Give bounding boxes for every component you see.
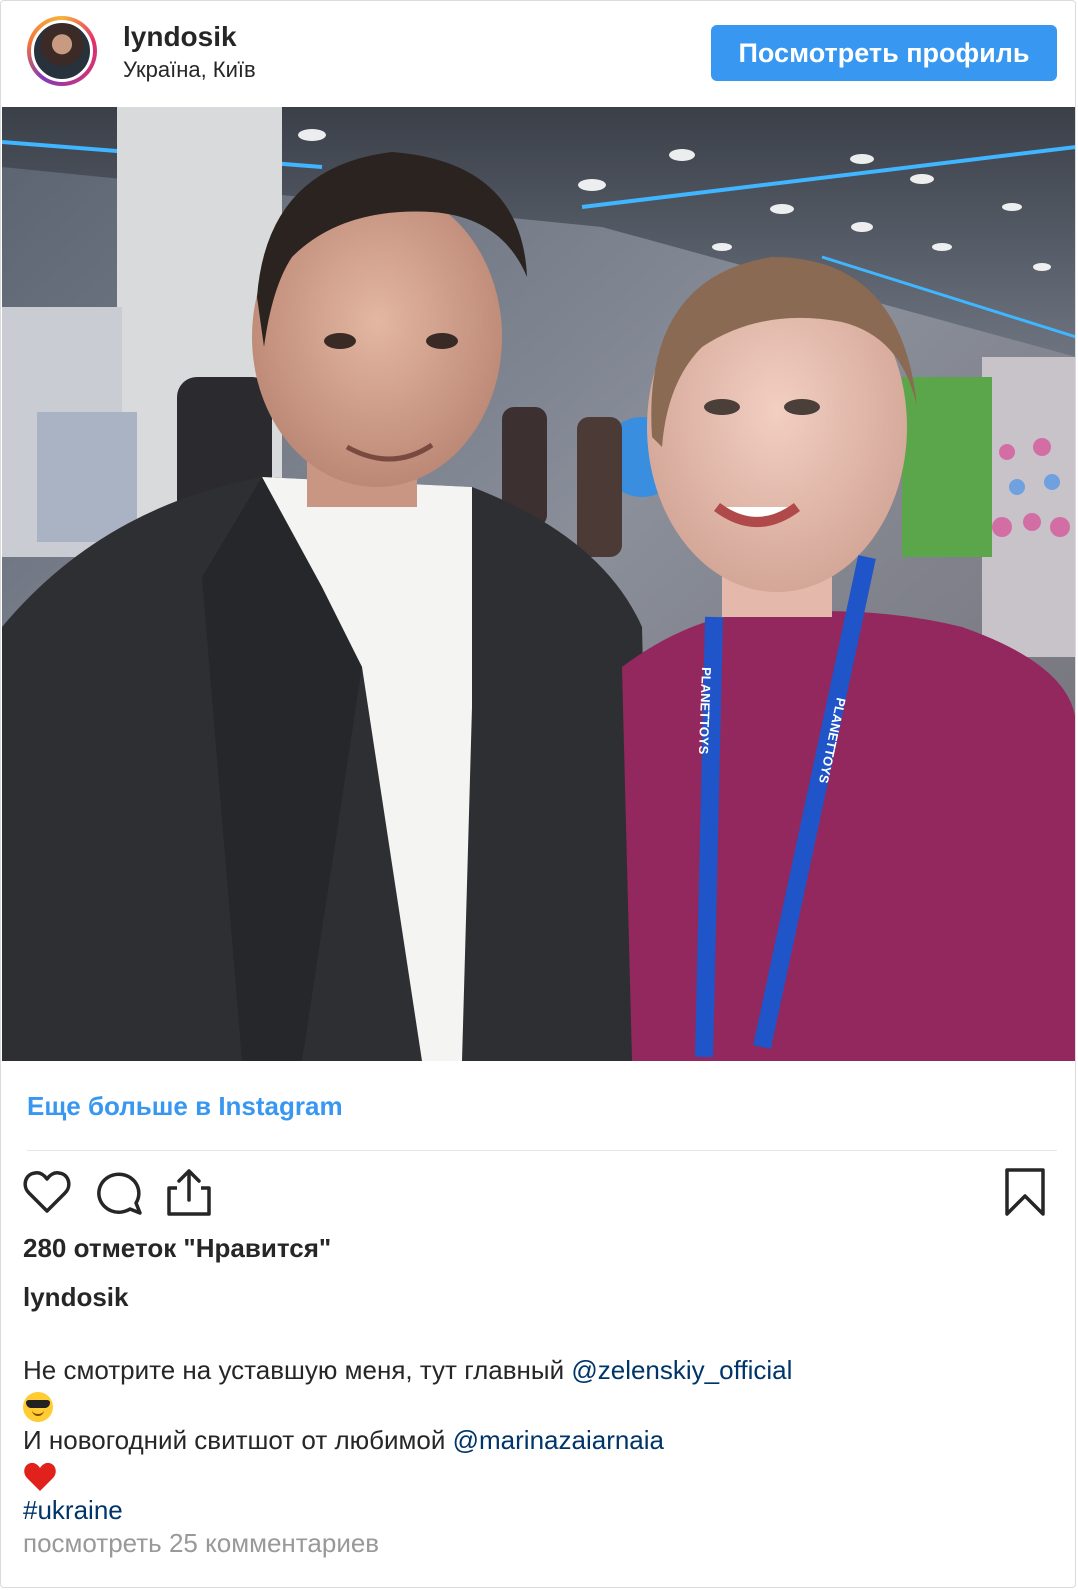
- more-on-instagram-link[interactable]: Еще больше в Instagram: [27, 1091, 343, 1122]
- caption-line-2: [23, 1388, 1053, 1423]
- instagram-embed: lyndosik Україна, Київ Посмотреть профил…: [0, 0, 1076, 1588]
- post-header: lyndosik Україна, Київ Посмотреть профил…: [1, 1, 1075, 107]
- action-bar: [1, 1166, 1075, 1222]
- caption-line-1: Не смотрите на уставшую меня, тут главны…: [23, 1353, 1053, 1388]
- post-photo[interactable]: PLANETTOYS PLANETTOYS: [2, 107, 1075, 1061]
- caption-line-4: [23, 1458, 1053, 1493]
- likes-count[interactable]: 280 отметок "Нравится": [23, 1233, 331, 1264]
- caption-line-3: И новогодний свитшот от любимой @marinaz…: [23, 1423, 1053, 1458]
- heart-outline-icon[interactable]: [21, 1166, 73, 1218]
- sunglasses-emoji-icon: [23, 1392, 53, 1423]
- mention-link[interactable]: @marinazaiarnaia: [453, 1425, 664, 1455]
- hashtag-link[interactable]: #ukraine: [23, 1495, 123, 1525]
- username[interactable]: lyndosik: [123, 21, 237, 53]
- location[interactable]: Україна, Київ: [123, 57, 256, 83]
- speech-bubble-icon[interactable]: [93, 1166, 145, 1218]
- view-comments-link[interactable]: посмотреть 25 комментариев: [23, 1528, 379, 1559]
- divider: [27, 1150, 1057, 1151]
- caption-line-3-text: И новогодний свитшот от любимой: [23, 1425, 453, 1455]
- avatar-image: [31, 20, 93, 82]
- share-upload-icon[interactable]: [163, 1166, 215, 1218]
- photo-illustration: PLANETTOYS PLANETTOYS: [2, 107, 1075, 1061]
- bookmark-icon[interactable]: [999, 1166, 1051, 1218]
- caption-line-1-text: Не смотрите на уставшую меня, тут главны…: [23, 1355, 572, 1385]
- red-heart-emoji-icon: [24, 1463, 56, 1492]
- caption-line-5: #ukraine: [23, 1493, 1053, 1528]
- caption-text: Не смотрите на уставшую меня, тут главны…: [23, 1353, 1053, 1528]
- avatar[interactable]: [27, 16, 97, 86]
- caption-username[interactable]: lyndosik: [23, 1282, 128, 1313]
- lanyard-text: PLANETTOYS: [696, 667, 714, 755]
- mention-link[interactable]: @zelenskiy_official: [571, 1355, 792, 1385]
- view-profile-button[interactable]: Посмотреть профиль: [711, 25, 1057, 81]
